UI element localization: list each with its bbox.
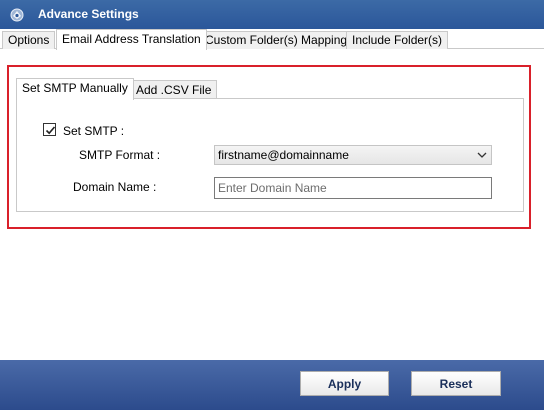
- footer-bar: Apply Reset: [0, 360, 544, 410]
- window-title: Advance Settings: [38, 7, 139, 21]
- tab-set-smtp-manually[interactable]: Set SMTP Manually: [16, 78, 134, 100]
- tab-include-folders[interactable]: Include Folder(s): [346, 31, 449, 50]
- smtp-format-value: firstname@domainname: [218, 148, 349, 162]
- chevron-down-icon: [477, 152, 487, 158]
- tab-add-csv-file[interactable]: Add .CSV File: [130, 80, 218, 99]
- title-bar: Advance Settings: [0, 0, 544, 29]
- smtp-format-select[interactable]: firstname@domainname: [214, 145, 492, 165]
- tab-content-email-address-translation: Set SMTP Manually Add .CSV File Set SMTP…: [0, 49, 544, 360]
- domain-name-input[interactable]: [214, 177, 492, 199]
- set-smtp-checkbox[interactable]: [43, 123, 56, 136]
- tab-custom-folder-mapping[interactable]: Custom Folder(s) Mapping: [199, 31, 354, 50]
- apply-button[interactable]: Apply: [300, 371, 389, 396]
- settings-tabs: Options Email Address Translation Custom…: [0, 29, 544, 50]
- tab-email-address-translation[interactable]: Email Address Translation: [56, 29, 207, 50]
- checkmark-icon: [45, 126, 56, 135]
- tab-options[interactable]: Options: [2, 31, 56, 50]
- app-icon: [9, 7, 25, 23]
- smtp-format-label: SMTP Format :: [79, 148, 161, 162]
- set-smtp-label: Set SMTP :: [63, 124, 125, 138]
- reset-button[interactable]: Reset: [411, 371, 501, 396]
- domain-name-label: Domain Name :: [73, 180, 157, 194]
